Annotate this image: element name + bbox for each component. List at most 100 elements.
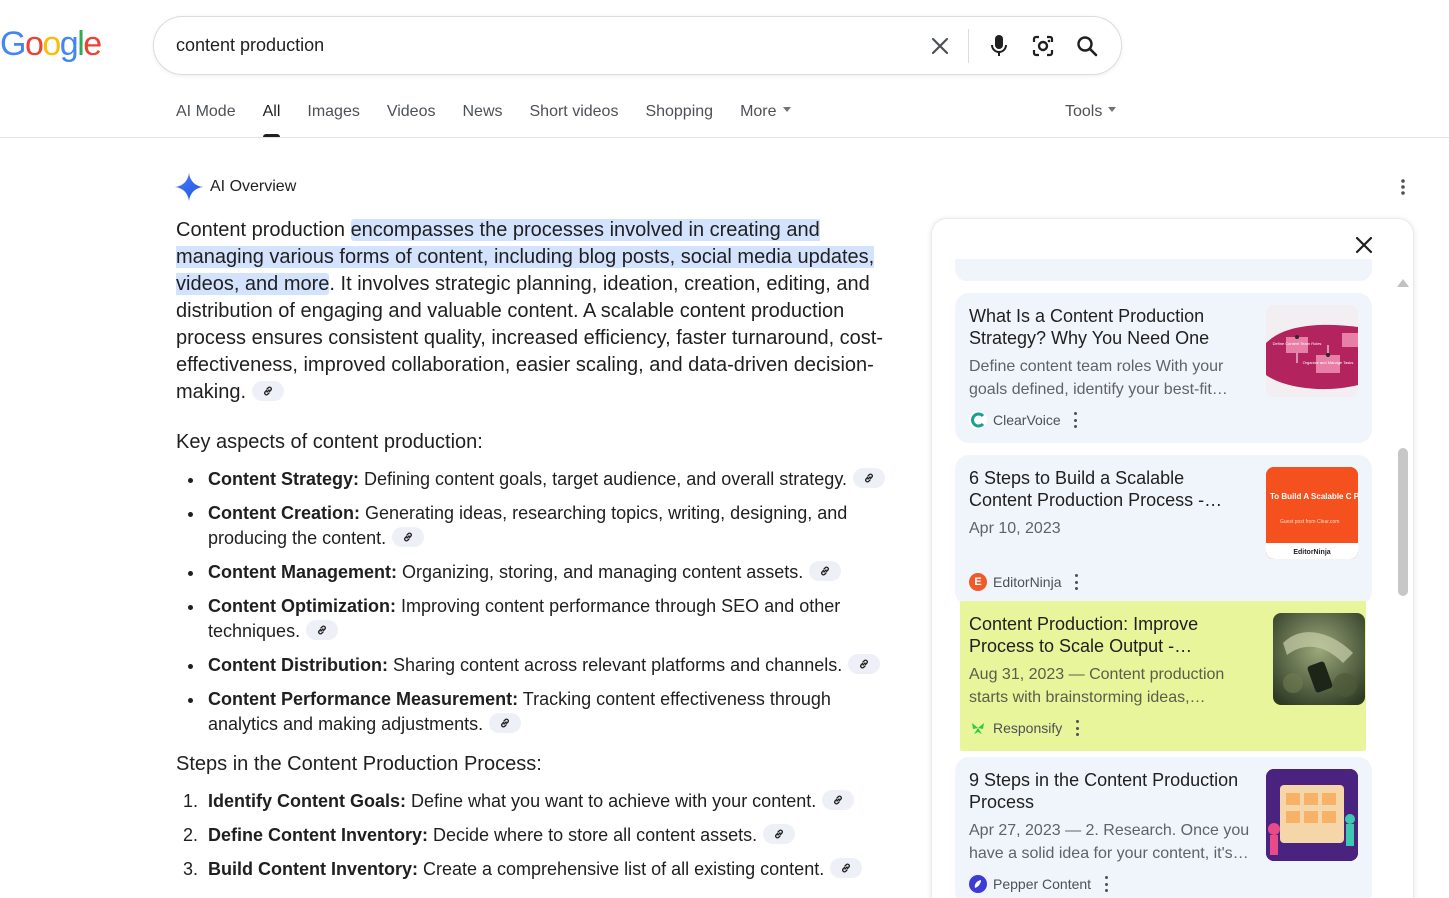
lens-search-button[interactable] [1021, 24, 1065, 68]
clear-search-button[interactable] [918, 24, 962, 68]
list-item-text: Decide where to store all content assets… [428, 825, 758, 845]
citation-link-button[interactable] [392, 527, 425, 548]
scroll-up-arrow[interactable] [1397, 279, 1409, 287]
tab-shopping[interactable]: Shopping [645, 98, 713, 138]
citation-link-button[interactable] [848, 654, 881, 675]
overview-paragraph: Content production encompasses the proce… [176, 217, 892, 406]
more-options-icon[interactable] [1103, 876, 1109, 892]
tab-news[interactable]: News [462, 98, 502, 138]
google-logo[interactable]: Google [0, 22, 102, 66]
steps-list: 1. Identify Content Goals: Define what yo… [176, 789, 892, 882]
citation-link-button[interactable] [252, 380, 285, 401]
list-item-term: Content Performance Measurement: [208, 689, 519, 709]
source-site: Responsify [969, 719, 1080, 737]
citation-link-button[interactable] [822, 790, 855, 811]
source-card[interactable]: What Is a Content Production Strategy? W… [955, 293, 1372, 443]
source-thumbnail: To Build A Scalable C Production Process… [1266, 467, 1358, 559]
more-options-icon[interactable] [1393, 177, 1413, 197]
source-title[interactable]: 9 Steps in the Content Production Proces… [969, 769, 1251, 813]
caret-down-icon [782, 107, 791, 113]
citation-link-button[interactable] [852, 468, 885, 489]
caret-down-icon [1108, 107, 1117, 113]
logo-letter: g [59, 25, 79, 63]
list-item: Content Performance Measurement: Trackin… [176, 687, 892, 737]
logo-letter: o [24, 25, 44, 63]
list-item: 2. Define Content Inventory: Decide where… [176, 823, 892, 848]
search-submit-button[interactable] [1065, 24, 1109, 68]
voice-search-button[interactable] [977, 24, 1021, 68]
list-item: 3. Build Content Inventory: Create a comp… [176, 857, 892, 882]
tab-ai-mode[interactable]: AI Mode [176, 98, 236, 138]
tab-all[interactable]: All [262, 98, 281, 138]
link-icon [318, 625, 327, 635]
source-thumbnail [1273, 613, 1365, 705]
steps-heading: Steps in the Content Production Process: [176, 753, 542, 775]
source-thumbnail [1266, 769, 1358, 861]
list-item: Content Optimization: Improving content … [176, 594, 892, 644]
source-site-name: ClearVoice [993, 412, 1061, 428]
search-box[interactable]: content production [153, 16, 1122, 75]
ai-overview-body: Content production encompasses the proce… [176, 217, 892, 891]
aspects-heading: Key aspects of content production: [176, 431, 483, 453]
source-title[interactable]: Content Production: Improve Process to S… [969, 613, 1251, 657]
list-item-term: Build Content Inventory: [208, 859, 418, 879]
thumbnail-label: Organize and Manage Tasks [1303, 360, 1354, 365]
close-icon [1355, 236, 1373, 254]
list-item: 1. Identify Content Goals: Define what yo… [176, 789, 892, 814]
list-item-text: Sharing content across relevant platform… [387, 655, 843, 675]
citation-link-button[interactable] [489, 713, 522, 734]
source-snippet: Define content team roles With your goal… [969, 358, 1228, 398]
logo-letter: e [83, 25, 102, 63]
responsify-favicon-icon [969, 719, 987, 737]
citation-link-button[interactable] [809, 561, 842, 582]
microphone-icon [991, 34, 1007, 56]
source-card[interactable]: 6 Steps to Build a Scalable Content Prod… [955, 455, 1372, 605]
tab-short-videos[interactable]: Short videos [530, 98, 619, 138]
list-item: Content Management: Organizing, storing,… [176, 560, 892, 585]
list-item: Content Distribution: Sharing content ac… [176, 653, 892, 678]
citation-link-button[interactable] [306, 620, 339, 641]
link-icon [834, 795, 843, 805]
logo-letter: o [42, 25, 61, 63]
link-icon [842, 863, 851, 873]
source-card[interactable]: 9 Steps in the Content Production Proces… [955, 757, 1372, 898]
list-item-text: Create a comprehensive list of all exist… [418, 859, 825, 879]
tab-label: News [462, 103, 503, 120]
tab-videos[interactable]: Videos [387, 98, 436, 138]
tab-more[interactable]: More [740, 98, 791, 138]
header-divider [0, 137, 1449, 138]
list-item-term: Content Strategy: [208, 469, 360, 489]
panel-scrollbar-thumb[interactable] [1398, 448, 1408, 596]
search-input[interactable]: content production [176, 35, 876, 56]
tab-images[interactable]: Images [307, 98, 359, 138]
source-snippet: Aug 31, 2023 — Content production starts… [969, 666, 1225, 706]
citation-link-button[interactable] [763, 824, 796, 845]
source-site: Pepper Content [969, 875, 1109, 893]
link-icon [860, 659, 869, 669]
thumbnail-label: Define Content Team Roles [1273, 341, 1322, 346]
close-panel-button[interactable] [1351, 232, 1377, 258]
aspects-list: Content Strategy: Defining content goals… [176, 467, 892, 737]
tab-label: Images [307, 103, 360, 120]
citation-link-button[interactable] [830, 858, 863, 879]
tools-label: Tools [1065, 103, 1103, 120]
tab-label: All [262, 103, 281, 120]
source-card-selected[interactable]: Content Production: Improve Process to S… [960, 601, 1366, 751]
thumbnail-brand: EditorNinja [1293, 549, 1330, 556]
thumbnail-sublabel: Guest post from Clear.com [1280, 519, 1339, 525]
list-item: Content Creation: Generating ideas, rese… [176, 501, 892, 551]
more-options-icon[interactable] [1073, 412, 1079, 428]
source-site-name: Responsify [993, 720, 1063, 736]
more-options-icon[interactable] [1073, 574, 1079, 590]
source-site-name: EditorNinja [993, 574, 1062, 590]
link-icon [501, 718, 510, 728]
source-title[interactable]: What Is a Content Production Strategy? W… [969, 305, 1251, 349]
link-icon [865, 473, 873, 483]
tab-label: More [740, 103, 777, 120]
source-title[interactable]: 6 Steps to Build a Scalable Content Prod… [969, 467, 1251, 511]
camera-lens-icon [1032, 35, 1054, 56]
list-item-text: Define what you want to achieve with you… [406, 791, 817, 811]
tools-button[interactable]: Tools [1065, 98, 1117, 126]
more-options-icon[interactable] [1074, 720, 1080, 736]
link-icon [264, 386, 272, 396]
